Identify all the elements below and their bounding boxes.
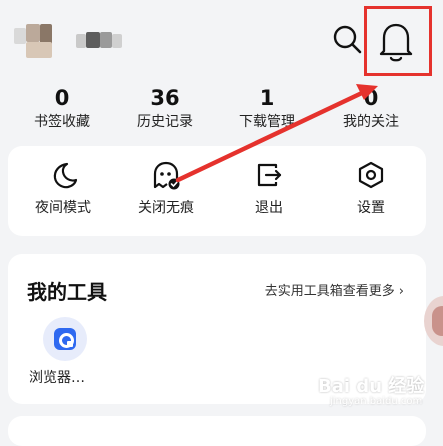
search-button[interactable]	[330, 22, 364, 56]
stat-label: 我的关注	[343, 114, 399, 130]
stat-value: 36	[150, 86, 180, 110]
exit-icon	[257, 163, 282, 187]
quick-actions-card: 夜间模式 关闭无痕 退出 设置	[8, 146, 426, 236]
stats-row: 0 书签收藏 36 历史记录 1 下载管理 0 我的关注	[0, 86, 443, 138]
tools-title: 我的工具	[27, 280, 107, 304]
quick-action-label: 设置	[357, 200, 385, 216]
stat-bookmarks[interactable]: 0 书签收藏	[17, 86, 107, 132]
notification-button[interactable]	[370, 14, 420, 68]
stat-label: 历史记录	[137, 114, 193, 130]
chevron-right-icon: ›	[398, 284, 404, 299]
incognito-toggle-button[interactable]: 关闭无痕	[121, 160, 211, 218]
profile-header	[0, 0, 443, 86]
tool-label: 浏览器…	[29, 370, 85, 386]
floating-assistant-avatar[interactable]	[424, 296, 443, 346]
watermark-url: jingyan.baidu.com	[330, 396, 423, 407]
avatar-and-username-blurred[interactable]	[14, 24, 124, 60]
ghost-icon	[153, 161, 180, 190]
hexagon-settings-icon	[358, 161, 384, 189]
bell-icon	[379, 23, 413, 62]
quick-action-label: 关闭无痕	[138, 200, 194, 216]
quick-action-label: 夜间模式	[35, 200, 91, 216]
stat-downloads[interactable]: 1 下载管理	[222, 86, 312, 132]
stat-label: 书签收藏	[34, 114, 90, 130]
stat-label: 下载管理	[239, 114, 295, 130]
stat-value: 0	[363, 86, 379, 110]
browser-tool-icon[interactable]	[43, 317, 87, 361]
search-icon	[333, 25, 362, 54]
next-card-partial	[8, 416, 426, 446]
stat-history[interactable]: 36 历史记录	[120, 86, 210, 132]
moon-icon	[53, 162, 78, 189]
tools-more-link[interactable]: 去实用工具箱查看更多 ›	[265, 280, 404, 299]
settings-button[interactable]: 设置	[326, 160, 416, 218]
watermark-logo: Bai du 经验	[318, 376, 425, 397]
stat-value: 1	[259, 86, 275, 110]
exit-button[interactable]: 退出	[224, 160, 314, 218]
stat-value: 0	[54, 86, 70, 110]
tools-more-label: 去实用工具箱查看更多	[264, 284, 395, 299]
quick-action-label: 退出	[255, 200, 283, 216]
stat-following[interactable]: 0 我的关注	[326, 86, 416, 132]
night-mode-button[interactable]: 夜间模式	[18, 160, 108, 218]
